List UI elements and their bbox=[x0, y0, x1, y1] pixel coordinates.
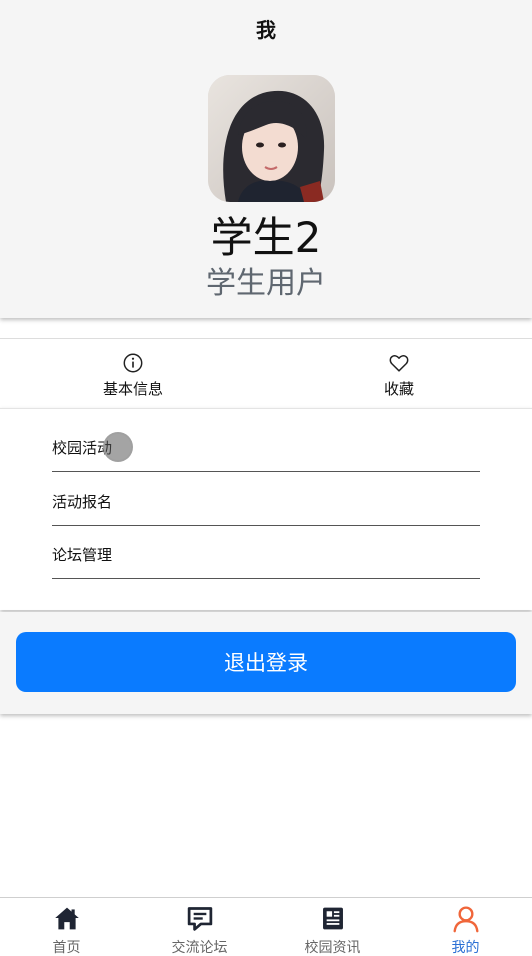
menu-list: 校园活动 活动报名 论坛管理 bbox=[0, 408, 532, 610]
nav-item-forum[interactable]: 交流论坛 bbox=[133, 898, 266, 956]
profile-header: 我 学生2 学生用户 bbox=[0, 0, 532, 318]
logout-button[interactable]: 退出登录 bbox=[16, 632, 516, 692]
nav-item-label: 交流论坛 bbox=[171, 940, 228, 956]
info-icon bbox=[123, 353, 143, 372]
menu-item-forum-management[interactable]: 论坛管理 bbox=[52, 526, 480, 579]
nav-item-mine[interactable]: 我的 bbox=[399, 898, 532, 956]
user-icon bbox=[452, 906, 479, 933]
newspaper-icon bbox=[322, 907, 343, 930]
logout-section: 退出登录 bbox=[0, 612, 532, 714]
nav-item-home[interactable]: 首页 bbox=[0, 898, 133, 956]
user-name: 学生2 bbox=[210, 213, 322, 262]
nav-item-campus-news[interactable]: 校园资讯 bbox=[266, 898, 399, 956]
tab-basic-info-label: 基本信息 bbox=[102, 379, 163, 398]
touch-indicator bbox=[103, 432, 133, 462]
bottom-nav: 首页 交流论坛 校园资讯 我的 bbox=[0, 897, 532, 956]
menu-item-label: 论坛管理 bbox=[52, 545, 113, 564]
tab-favorites[interactable]: 收藏 bbox=[266, 339, 532, 409]
nav-item-label: 首页 bbox=[52, 940, 81, 956]
page-title: 我 bbox=[256, 18, 276, 42]
user-role: 学生用户 bbox=[206, 266, 326, 301]
tab-basic-info[interactable]: 基本信息 bbox=[0, 339, 266, 409]
home-icon bbox=[54, 907, 79, 930]
nav-item-label: 校园资讯 bbox=[304, 940, 361, 956]
chat-icon bbox=[187, 907, 212, 931]
menu-item-activity-signup[interactable]: 活动报名 bbox=[52, 473, 480, 526]
heart-icon bbox=[389, 354, 409, 372]
menu-item-label: 活动报名 bbox=[52, 492, 113, 511]
avatar-image bbox=[208, 75, 335, 202]
tab-favorites-label: 收藏 bbox=[383, 379, 414, 398]
profile-tabs: 基本信息 收藏 bbox=[0, 338, 532, 408]
avatar[interactable] bbox=[208, 75, 335, 202]
profile-page: 我 学生2 学生用户 基本信息 收藏 校园活动 活动报名 论坛管理 退出登录 首… bbox=[0, 0, 532, 956]
nav-item-label: 我的 bbox=[451, 940, 480, 956]
